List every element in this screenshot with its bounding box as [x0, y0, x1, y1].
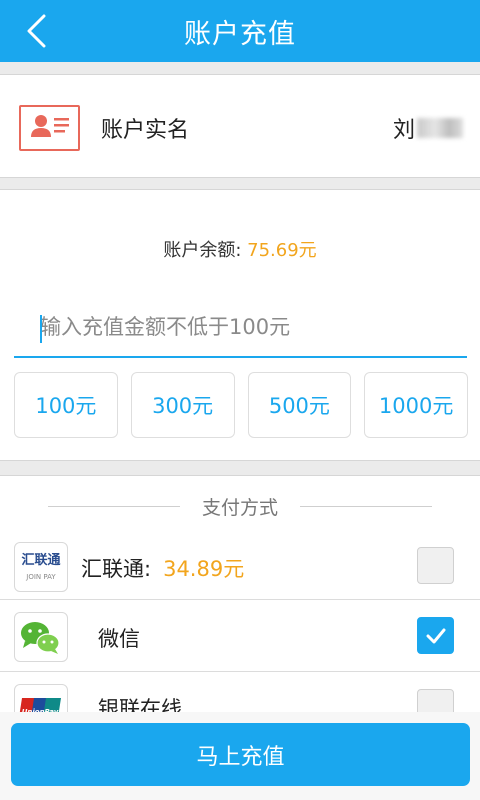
account-name-label: 账户实名	[101, 118, 190, 143]
divider-left	[47, 505, 180, 507]
back-button[interactable]	[18, 12, 54, 50]
submit-recharge-button[interactable]: 马上充值	[11, 723, 470, 786]
preset-500-button[interactable]: 500元	[247, 372, 352, 438]
page-title: 账户充值	[184, 18, 296, 50]
huiliantong-checkbox[interactable]	[417, 547, 454, 584]
account-surname: 刘	[393, 118, 416, 143]
app-header: 账户充值	[0, 0, 480, 62]
text-cursor	[40, 315, 42, 343]
account-name-value: 刘	[393, 112, 464, 144]
preset-1000-button[interactable]: 1000元	[364, 372, 468, 438]
account-name-card: 账户实名 刘	[0, 74, 480, 178]
amount-input[interactable]	[14, 298, 467, 358]
row-divider	[0, 671, 480, 672]
wechat-label: 微信	[98, 627, 140, 651]
balance-label: 账户余额:	[163, 240, 242, 261]
balance-line: 账户余额: 75.69元	[0, 236, 480, 262]
payment-method-wechat[interactable]: 微信	[0, 603, 480, 669]
huiliantong-logo-text: 汇联通	[21, 552, 60, 568]
payment-method-huiliantong[interactable]: 汇联通 JOIN PAY 汇联通: 34.89元	[0, 533, 480, 599]
huiliantong-logo-icon: 汇联通 JOIN PAY	[14, 542, 68, 592]
row-divider	[0, 599, 480, 600]
wechat-icon	[14, 612, 68, 662]
back-chevron-icon	[27, 14, 46, 48]
name-redaction	[417, 118, 464, 138]
divider-right	[300, 505, 432, 507]
recharge-card: 账户余额: 75.69元 100元 300元 500元 1000元	[0, 189, 480, 461]
huiliantong-label: 汇联通:	[81, 557, 152, 581]
preset-amounts: 100元 300元 500元 1000元	[14, 372, 468, 438]
payment-section-header: 支付方式	[0, 490, 480, 522]
id-card-icon	[19, 105, 80, 151]
checkmark-icon	[426, 628, 445, 643]
preset-100-button[interactable]: 100元	[14, 372, 118, 438]
preset-300-button[interactable]: 300元	[130, 372, 235, 438]
huiliantong-logo-subtext: JOIN PAY	[25, 573, 56, 581]
wechat-checkbox[interactable]	[417, 617, 454, 654]
balance-value: 75.69元	[247, 240, 317, 261]
huiliantong-balance: 34.89元	[163, 557, 245, 581]
payment-section-title: 支付方式	[201, 496, 278, 519]
payment-method-label: 汇联通: 34.89元	[81, 553, 244, 583]
